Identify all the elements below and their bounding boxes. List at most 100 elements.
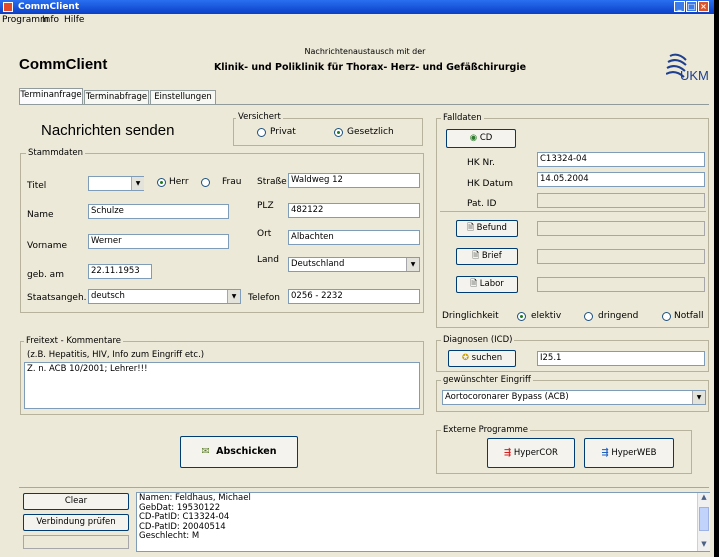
cd-button-label: CD <box>479 133 493 143</box>
minimize-icon[interactable]: _ <box>674 1 685 12</box>
clinic-name: Klinik- und Poliklinik für Thorax- Herz-… <box>213 62 527 73</box>
elektiv-label: elektiv <box>531 311 562 321</box>
versichert-label: Versichert <box>236 112 283 122</box>
plz-field[interactable]: 482122 <box>288 203 420 218</box>
land-label: Land <box>257 255 279 265</box>
cd-button[interactable]: ◉ CD <box>446 129 516 148</box>
bottom-divider <box>19 487 709 488</box>
freitext-label: Freitext - Kommentare <box>24 336 124 346</box>
dringlichkeit-label: Dringlichkeit <box>442 311 499 321</box>
tab-einstellungen[interactable]: Einstellungen <box>150 90 216 104</box>
scroll-thumb[interactable] <box>699 507 709 531</box>
cd-icon: ◉ <box>469 133 478 143</box>
hypercor-button[interactable]: ⇶ HyperCOR <box>487 438 575 468</box>
close-icon[interactable]: × <box>698 1 709 12</box>
log-line: CD-PatID: 20040514 <box>139 521 226 532</box>
falldaten-divider <box>440 211 706 212</box>
hkdatum-field[interactable]: 14.05.2004 <box>537 172 705 187</box>
gesetzlich-label: Gesetzlich <box>347 127 394 137</box>
maximize-icon[interactable]: □ <box>686 1 697 12</box>
strasse-label: Straße <box>257 177 287 187</box>
telefon-field[interactable]: 0256 - 2232 <box>288 289 420 304</box>
vorname-label: Vorname <box>27 241 68 251</box>
name-field[interactable]: Schulze <box>88 204 229 219</box>
abschicken-button[interactable]: ✉ Abschicken <box>180 436 298 468</box>
frau-radio[interactable] <box>201 178 210 187</box>
hknr-label: HK Nr. <box>467 158 495 168</box>
privat-radio[interactable] <box>257 128 266 137</box>
clear-button[interactable]: Clear <box>23 493 129 510</box>
suchen-button[interactable]: ✪ suchen <box>448 350 516 367</box>
befund-label: Befund <box>476 223 507 233</box>
geb-field[interactable]: 22.11.1953 <box>88 264 152 279</box>
befund-field[interactable] <box>537 221 705 236</box>
window-title: CommClient <box>18 2 80 12</box>
scroll-down-icon[interactable]: ▼ <box>698 540 710 551</box>
brief-field[interactable] <box>537 249 705 264</box>
tab-terminabfrage[interactable]: Terminabfrage <box>84 90 149 104</box>
externe-label: Externe Programme <box>441 425 530 435</box>
lightbulb-icon: ✪ <box>461 353 469 363</box>
strasse-field[interactable]: Waldweg 12 <box>288 173 420 188</box>
brief-button[interactable]: 🗎 Brief <box>456 248 518 265</box>
document-icon: 🗎 <box>467 223 474 233</box>
menu-hilfe[interactable]: Hilfe <box>64 14 84 26</box>
privat-label: Privat <box>270 127 296 137</box>
labor-button[interactable]: 🗎 Labor <box>456 276 518 293</box>
labor-label: Labor <box>479 279 504 289</box>
title-bar[interactable]: CommClient _ □ × <box>0 0 714 14</box>
suchen-label: suchen <box>471 353 503 363</box>
befund-button[interactable]: 🗎 Befund <box>456 220 518 237</box>
staat-select[interactable]: deutsch <box>88 289 241 304</box>
telefon-label: Telefon <box>248 293 280 303</box>
status-field <box>23 535 129 549</box>
menu-bar: Programm Info Hilfe <box>0 14 714 26</box>
scroll-up-icon[interactable]: ▲ <box>698 493 710 504</box>
labor-field[interactable] <box>537 277 705 292</box>
log-line: Namen: Feldhaus, Michael <box>139 493 251 503</box>
titel-dropdown-icon[interactable]: ▼ <box>131 177 144 190</box>
vorname-field[interactable]: Werner <box>88 234 229 249</box>
app-name: CommClient <box>19 56 108 73</box>
tab-terminanfrage[interactable]: Terminanfrage <box>19 88 83 105</box>
log-textarea[interactable]: Namen: Feldhaus, Michael GebDat: 1953012… <box>136 492 710 552</box>
page-title: Nachrichten senden <box>41 122 175 139</box>
eingriff-dropdown-icon[interactable]: ▼ <box>692 391 705 404</box>
eingriff-label: gewünschter Eingriff <box>441 375 533 385</box>
svg-text:UKM: UKM <box>680 68 708 83</box>
brief-label: Brief <box>481 251 502 261</box>
hypercor-label: HyperCOR <box>513 448 558 458</box>
app-window: CommClient _ □ × Programm Info Hilfe Com… <box>0 0 714 557</box>
hyperweb-label: HyperWEB <box>611 448 657 458</box>
freitext-textarea[interactable]: Z. n. ACB 10/2001; Lehrer!!! <box>24 362 420 409</box>
log-line: Geschlecht: M <box>139 531 200 541</box>
hknr-field[interactable]: C13324-04 <box>537 152 705 167</box>
titel-label: Titel <box>27 181 47 191</box>
icd-field[interactable]: I25.1 <box>537 351 705 366</box>
staat-dropdown-icon[interactable]: ▼ <box>227 290 240 303</box>
hyperweb-button[interactable]: ⇶ HyperWEB <box>584 438 674 468</box>
diagnosen-label: Diagnosen (ICD) <box>441 335 515 345</box>
tab-divider <box>19 104 709 105</box>
land-dropdown-icon[interactable]: ▼ <box>406 258 419 271</box>
ort-field[interactable]: Albachten <box>288 230 420 245</box>
ort-label: Ort <box>257 229 272 239</box>
land-select[interactable]: Deutschland <box>288 257 420 272</box>
eingriff-select[interactable]: Aortocoronarer Bypass (ACB) <box>442 390 706 405</box>
name-label: Name <box>27 210 54 220</box>
document-icon: 🗎 <box>472 251 480 261</box>
gesetzlich-radio[interactable] <box>334 128 343 137</box>
menu-info[interactable]: Info <box>42 14 59 26</box>
falldaten-label: Falldaten <box>441 113 484 123</box>
geb-label: geb. am <box>27 270 64 280</box>
patid-field[interactable] <box>537 193 705 208</box>
elektiv-radio[interactable] <box>517 312 526 321</box>
document-icon: 🗎 <box>470 279 478 289</box>
notfall-radio[interactable] <box>662 312 671 321</box>
log-scrollbar[interactable]: ▲ ▼ <box>697 493 710 551</box>
dringend-radio[interactable] <box>584 312 593 321</box>
verbindung-button[interactable]: Verbindung prüfen <box>23 514 129 531</box>
hyperweb-icon: ⇶ <box>601 448 609 458</box>
herr-radio[interactable] <box>157 178 166 187</box>
ukm-logo: UKM <box>665 50 709 88</box>
